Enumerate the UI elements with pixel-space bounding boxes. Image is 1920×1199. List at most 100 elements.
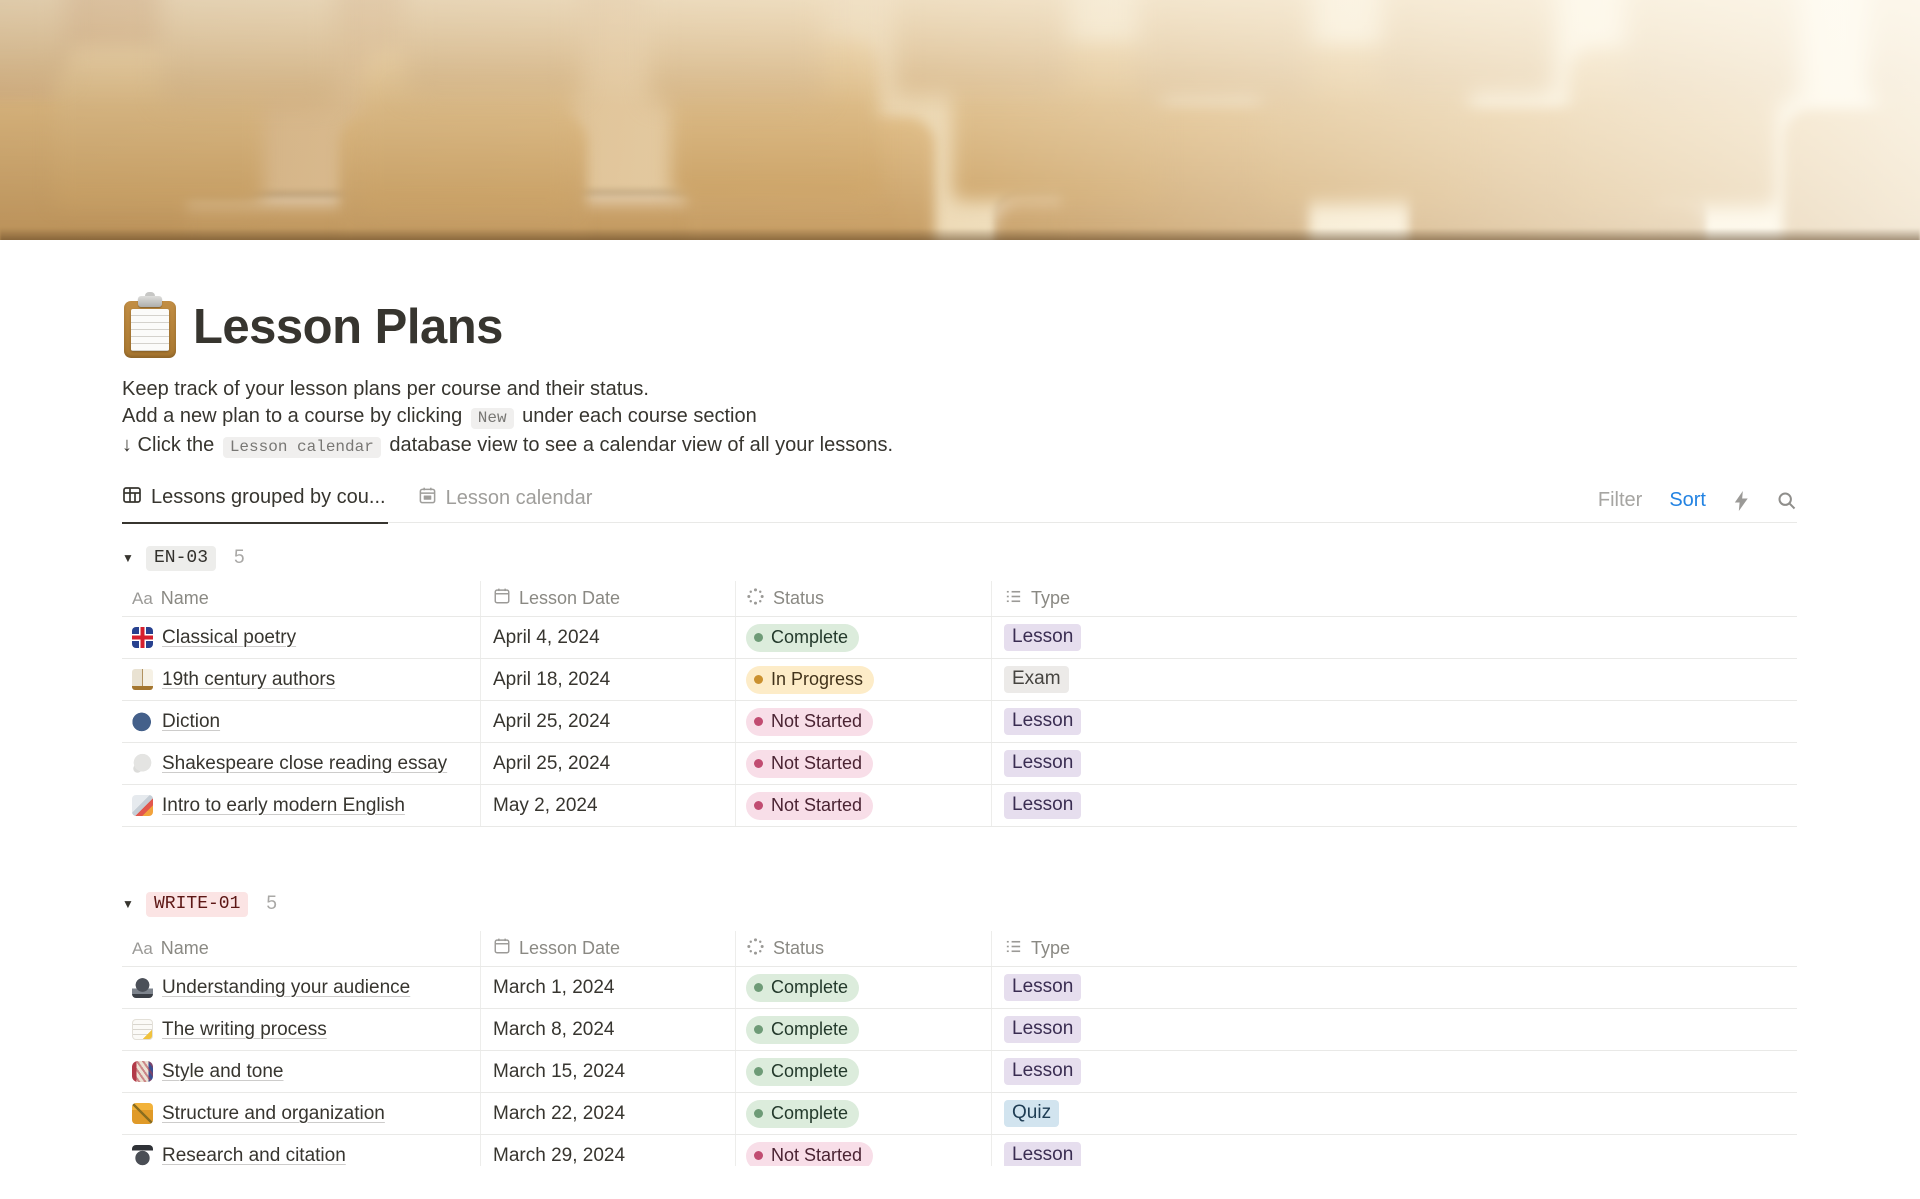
lesson-name-link[interactable]: Classical poetry (162, 627, 296, 649)
status-dot-icon (754, 716, 763, 726)
text-icon: Aa (132, 938, 153, 958)
column-header-type[interactable]: Type (992, 581, 1797, 616)
page-title: Lesson Plans (193, 300, 503, 354)
type-tag[interactable]: Lesson (1004, 1016, 1082, 1043)
status-dot-icon (754, 674, 763, 684)
lesson-name-link[interactable]: Intro to early modern English (162, 795, 405, 817)
rocket-icon (132, 795, 153, 816)
lesson-name-link[interactable]: Style and tone (162, 1061, 283, 1083)
cover-bottom-shadow (0, 228, 1920, 240)
tab-lesson-calendar[interactable]: Lesson calendar (418, 486, 595, 522)
table-row: Understanding your audience March 1, 202… (122, 967, 1797, 1009)
collapse-triangle-icon[interactable]: ▼ (122, 897, 146, 911)
status-pill[interactable]: Complete (746, 1057, 860, 1086)
lesson-date-cell[interactable]: April 18, 2024 (481, 659, 736, 700)
status-pill[interactable]: Not Started (746, 1141, 874, 1166)
lesson-date-cell[interactable]: March 1, 2024 (481, 967, 736, 1008)
status-pill[interactable]: Complete (746, 1015, 860, 1044)
group-badge[interactable]: EN-03 (146, 545, 217, 571)
status-pill[interactable]: Not Started (746, 707, 874, 736)
page-icon-clipboard-icon[interactable] (122, 292, 178, 358)
column-header-status[interactable]: Status (736, 931, 992, 966)
group-header-en-03[interactable]: ▼ EN-03 5 (122, 543, 1797, 573)
group-count: 5 (234, 547, 245, 568)
speaking-head-icon (132, 711, 153, 732)
microphone-icon (132, 977, 153, 998)
status-dot-icon (754, 1024, 763, 1034)
group-header-write-01[interactable]: ▼ WRITE-01 5 (122, 889, 1797, 919)
description-line-2: Add a new plan to a course by clicking N… (122, 405, 757, 429)
table-row: The writing process March 8, 2024 Comple… (122, 1009, 1797, 1051)
status-pill[interactable]: Complete (746, 1099, 860, 1128)
text-icon: Aa (132, 588, 153, 608)
type-tag[interactable]: Exam (1004, 666, 1069, 693)
search-icon[interactable] (1777, 491, 1797, 511)
crane-icon (132, 1103, 153, 1124)
column-header-name[interactable]: Aa Name (122, 581, 481, 616)
lesson-name-link[interactable]: Research and citation (162, 1145, 346, 1167)
type-tag[interactable]: Lesson (1004, 792, 1082, 819)
type-tag[interactable]: Lesson (1004, 708, 1082, 735)
status-pill[interactable]: Complete (746, 973, 860, 1002)
status-pill[interactable]: Not Started (746, 749, 874, 778)
column-header-lesson-date[interactable]: Lesson Date (481, 931, 736, 966)
lesson-name-link[interactable]: Understanding your audience (162, 977, 410, 999)
status-pill[interactable]: Not Started (746, 791, 874, 820)
group-count: 5 (266, 893, 277, 914)
type-tag[interactable]: Quiz (1004, 1100, 1060, 1127)
lesson-name-link[interactable]: The writing process (162, 1019, 327, 1041)
column-header-lesson-date[interactable]: Lesson Date (481, 581, 736, 616)
status-pill[interactable]: In Progress (746, 665, 875, 694)
calendar-icon (418, 486, 437, 511)
collapse-triangle-icon[interactable]: ▼ (122, 551, 146, 565)
cover-image (0, 0, 1920, 240)
status-dot-icon (754, 758, 763, 768)
column-header-name[interactable]: Aa Name (122, 931, 481, 966)
lesson-date-cell[interactable]: May 2, 2024 (481, 785, 736, 826)
description-line-1: Keep track of your lesson plans per cour… (122, 378, 649, 400)
table-row: Research and citation March 29, 2024 Not… (122, 1135, 1797, 1166)
type-tag[interactable]: Lesson (1004, 974, 1082, 1001)
type-tag[interactable]: Lesson (1004, 1142, 1082, 1166)
table-write-01: Aa Name Lesson Date Status Type Understa… (122, 931, 1797, 1166)
list-icon (1004, 587, 1023, 611)
filter-button[interactable]: Filter (1598, 489, 1642, 512)
lesson-name-link[interactable]: Shakespeare close reading essay (162, 753, 447, 775)
lesson-date-cell[interactable]: April 25, 2024 (481, 701, 736, 742)
lesson-date-cell[interactable]: March 29, 2024 (481, 1135, 736, 1166)
column-header-status[interactable]: Status (736, 581, 992, 616)
sort-button[interactable]: Sort (1669, 489, 1706, 512)
lesson-date-cell[interactable]: March 15, 2024 (481, 1051, 736, 1092)
table-row: Structure and organization March 22, 202… (122, 1093, 1797, 1135)
memo-icon (132, 1019, 153, 1040)
type-tag[interactable]: Lesson (1004, 750, 1082, 777)
thought-balloon-icon (132, 753, 153, 774)
lesson-name-link[interactable]: 19th century authors (162, 669, 335, 691)
status-dot-icon (754, 1108, 763, 1118)
uk-flag-icon (132, 627, 153, 648)
calendar-icon (493, 587, 511, 610)
lightning-icon[interactable] (1733, 490, 1750, 511)
table-header-row: Aa Name Lesson Date Status Type (122, 931, 1797, 967)
column-header-type[interactable]: Type (992, 931, 1797, 966)
lesson-name-link[interactable]: Structure and organization (162, 1103, 385, 1125)
table-icon (122, 485, 142, 511)
table-row: 19th century authors April 18, 2024 In P… (122, 659, 1797, 701)
lesson-date-cell[interactable]: March 8, 2024 (481, 1009, 736, 1050)
thread-icon (132, 1061, 153, 1082)
type-tag[interactable]: Lesson (1004, 624, 1082, 651)
status-dot-icon (754, 632, 763, 642)
lesson-date-cell[interactable]: April 4, 2024 (481, 617, 736, 658)
table-row: Classical poetry April 4, 2024 Complete … (122, 617, 1797, 659)
table-header-row: Aa Name Lesson Date Status Type (122, 581, 1797, 617)
lesson-date-cell[interactable]: March 22, 2024 (481, 1093, 736, 1134)
status-pill[interactable]: Complete (746, 623, 860, 652)
description-line-3: ↓ Click the Lesson calendar database vie… (122, 434, 894, 458)
group-badge[interactable]: WRITE-01 (146, 891, 249, 917)
lesson-name-link[interactable]: Diction (162, 711, 220, 733)
detective-icon (132, 1145, 153, 1166)
tab-lessons-grouped-by-course[interactable]: Lessons grouped by cou... (122, 485, 388, 524)
table-row: Shakespeare close reading essay April 25… (122, 743, 1797, 785)
type-tag[interactable]: Lesson (1004, 1058, 1082, 1085)
lesson-date-cell[interactable]: April 25, 2024 (481, 743, 736, 784)
